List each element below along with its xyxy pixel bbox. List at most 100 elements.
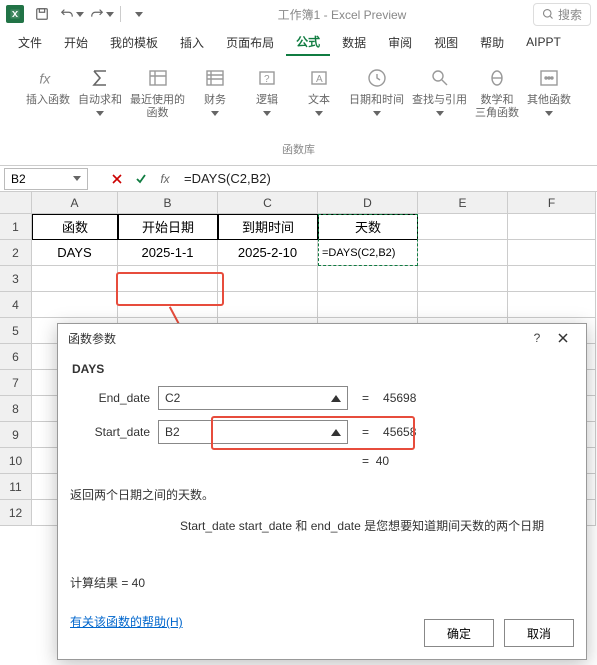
arg2-label: Start_date	[70, 425, 150, 439]
svg-text:fx: fx	[39, 70, 51, 86]
search-box[interactable]: 搜索	[533, 3, 591, 26]
cancel-button[interactable]: 取消	[504, 619, 574, 647]
clock-icon	[363, 64, 391, 92]
cell-F2[interactable]	[508, 240, 596, 266]
arg1-label: End_date	[70, 391, 150, 405]
arg2-input[interactable]: B2	[158, 420, 348, 444]
argument-description: Start_date start_date 和 end_date 是您想要知道期…	[70, 517, 574, 534]
excel-logo	[6, 5, 24, 23]
row-header-7[interactable]: 7	[0, 370, 32, 396]
col-header-B[interactable]: B	[118, 192, 218, 214]
tab-formulas[interactable]: 公式	[286, 29, 330, 56]
dialog-title: 函数参数	[68, 330, 116, 347]
financial-button[interactable]: 财务	[193, 64, 237, 120]
range-picker-icon[interactable]	[331, 395, 341, 402]
calculation-result: 计算结果 = 40	[70, 574, 574, 591]
col-header-C[interactable]: C	[218, 192, 318, 214]
recent-functions-button[interactable]: 最近使用的 函数	[130, 64, 185, 120]
svg-text:A: A	[316, 74, 323, 85]
tab-file[interactable]: 文件	[8, 30, 52, 55]
ok-button[interactable]: 确定	[424, 619, 494, 647]
math-button[interactable]: 数学和 三角函数	[475, 64, 519, 120]
row-header-11[interactable]: 11	[0, 474, 32, 500]
range-picker-icon[interactable]	[331, 429, 341, 436]
accept-formula-button[interactable]	[130, 168, 152, 190]
function-name: DAYS	[72, 362, 574, 376]
row-header-3[interactable]: 3	[0, 266, 32, 292]
row-header-6[interactable]: 6	[0, 344, 32, 370]
logical-button[interactable]: ? 逻辑	[245, 64, 289, 120]
col-header-F[interactable]: F	[508, 192, 596, 214]
name-box[interactable]: B2	[4, 168, 88, 190]
cell-E2[interactable]	[418, 240, 508, 266]
more-icon	[535, 64, 563, 92]
col-header-A[interactable]: A	[32, 192, 118, 214]
cell-A2[interactable]: DAYS	[32, 240, 118, 266]
row-header-2[interactable]: 2	[0, 240, 32, 266]
cell-B1[interactable]: 开始日期	[118, 214, 218, 240]
tab-data[interactable]: 数据	[332, 30, 376, 55]
cell-B2[interactable]: 2025-1-1	[118, 240, 218, 266]
tab-review[interactable]: 审阅	[378, 30, 422, 55]
tab-view[interactable]: 视图	[424, 30, 468, 55]
row-header-1[interactable]: 1	[0, 214, 32, 240]
arg2-result: 45658	[383, 425, 416, 439]
theta-icon	[483, 64, 511, 92]
undo-icon[interactable]	[60, 2, 84, 26]
search-icon	[542, 8, 554, 20]
save-icon[interactable]	[30, 2, 54, 26]
tab-layout[interactable]: 页面布局	[216, 30, 284, 55]
function-description: 返回两个日期之间的天数。	[70, 486, 574, 503]
tab-insert[interactable]: 插入	[170, 30, 214, 55]
col-header-D[interactable]: D	[318, 192, 418, 214]
function-help-link[interactable]: 有关该函数的帮助(H)	[70, 613, 183, 630]
arg1-result: 45698	[383, 391, 416, 405]
search-placeholder: 搜索	[558, 6, 582, 23]
formula-input[interactable]: =DAYS(C2,B2)	[176, 171, 597, 186]
cell-F1[interactable]	[508, 214, 596, 240]
recent-icon	[144, 64, 172, 92]
autosum-button[interactable]: 自动求和	[78, 64, 122, 120]
cell-C1[interactable]: 到期时间	[218, 214, 318, 240]
col-header-E[interactable]: E	[418, 192, 508, 214]
redo-icon[interactable]	[90, 2, 114, 26]
select-all-corner[interactable]	[0, 192, 32, 214]
document-title: 工作簿1 - Excel Preview	[157, 6, 527, 23]
close-button[interactable]	[550, 327, 576, 349]
formula-result: 40	[376, 454, 389, 468]
sigma-icon	[86, 64, 114, 92]
text-button[interactable]: A 文本	[297, 64, 341, 120]
cancel-formula-button[interactable]	[106, 168, 128, 190]
insert-function-button[interactable]: fx 插入函数	[26, 64, 70, 107]
row-header-5[interactable]: 5	[0, 318, 32, 344]
cell-C2[interactable]: 2025-2-10	[218, 240, 318, 266]
ribbon-group-label: 函数库	[282, 139, 315, 163]
row-header-8[interactable]: 8	[0, 396, 32, 422]
tab-help[interactable]: 帮助	[470, 30, 514, 55]
svg-text:?: ?	[264, 74, 270, 85]
lookup-button[interactable]: 查找与引用	[412, 64, 467, 120]
logical-icon: ?	[253, 64, 281, 92]
cell-D2[interactable]: =DAYS(C2,B2)	[318, 240, 418, 266]
datetime-button[interactable]: 日期和时间	[349, 64, 404, 120]
tab-templates[interactable]: 我的模板	[100, 30, 168, 55]
cell-E1[interactable]	[418, 214, 508, 240]
tab-aippt[interactable]: AIPPT	[516, 31, 571, 53]
more-functions-button[interactable]: 其他函数	[527, 64, 571, 120]
arg1-input[interactable]: C2	[158, 386, 348, 410]
row-header-10[interactable]: 10	[0, 448, 32, 474]
chevron-down-icon	[73, 176, 81, 181]
tab-home[interactable]: 开始	[54, 30, 98, 55]
help-button[interactable]: ?	[524, 327, 550, 349]
fx-button[interactable]: fx	[154, 168, 176, 190]
text-icon: A	[305, 64, 333, 92]
lookup-icon	[426, 64, 454, 92]
row-header-4[interactable]: 4	[0, 292, 32, 318]
function-arguments-dialog: 函数参数 ? DAYS End_date C2 = 45698 Start_da…	[57, 323, 587, 660]
qat-dropdown[interactable]	[127, 2, 151, 26]
row-header-9[interactable]: 9	[0, 422, 32, 448]
cell-D1[interactable]: 天数	[318, 214, 418, 240]
cell-A1[interactable]: 函数	[32, 214, 118, 240]
row-header-12[interactable]: 12	[0, 500, 32, 526]
fx-icon: fx	[34, 64, 62, 92]
